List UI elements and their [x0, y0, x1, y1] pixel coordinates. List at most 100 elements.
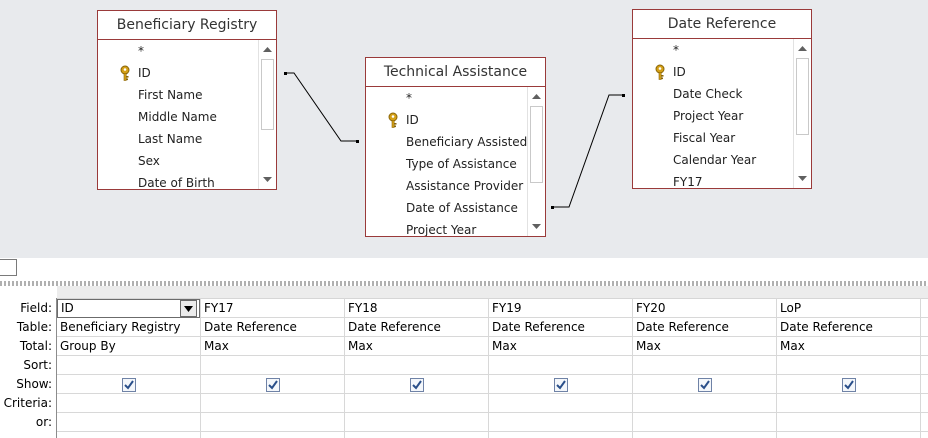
grid-field-cell[interactable]: FY19: [489, 299, 632, 318]
grid-criteria-cell[interactable]: [489, 394, 632, 413]
join-line-assistance-date[interactable]: [552, 94, 625, 208]
table-title[interactable]: Technical Assistance: [366, 58, 545, 87]
show-checkbox[interactable]: [698, 378, 712, 392]
grid-total-cell[interactable]: Max: [201, 337, 344, 356]
field-item[interactable]: Fiscal Year: [633, 127, 794, 149]
grid-total-cell[interactable]: Group By: [57, 337, 200, 356]
show-checkbox[interactable]: [122, 378, 136, 392]
grid-sort-cell[interactable]: [489, 356, 632, 375]
checkbox-checked-icon: [844, 380, 854, 390]
grid-table-cell[interactable]: Date Reference: [345, 318, 488, 337]
show-checkbox[interactable]: [842, 378, 856, 392]
vertical-scrollbar[interactable]: [793, 39, 811, 188]
show-checkbox[interactable]: [410, 378, 424, 392]
field-item[interactable]: Date of Birth: [98, 172, 259, 189]
grid-total-cell[interactable]: Max: [633, 337, 776, 356]
field-item[interactable]: Beneficiary Assisted: [366, 131, 528, 153]
row-label-total: Total:: [19, 339, 52, 353]
field-item[interactable]: Assistance Provider: [366, 175, 528, 197]
grid-sort-cell[interactable]: [633, 356, 776, 375]
field-item[interactable]: Project Year: [633, 105, 794, 127]
field-item[interactable]: Project Year: [366, 219, 528, 236]
field-item[interactable]: Last Name: [98, 128, 259, 150]
field-item[interactable]: ID: [633, 61, 794, 83]
grid-criteria-cell[interactable]: [201, 394, 344, 413]
grid-table-cell[interactable]: Date Reference: [489, 318, 632, 337]
grid-sort-cell[interactable]: [777, 356, 920, 375]
grid-total-cell[interactable]: Max: [489, 337, 632, 356]
scroll-thumb[interactable]: [796, 58, 809, 135]
grid-table-cell[interactable]: Date Reference: [633, 318, 776, 337]
key-icon: [655, 64, 665, 80]
grid-table-cell[interactable]: Date Reference: [201, 318, 344, 337]
table-date-reference[interactable]: Date Reference * ID Date Check Project Y…: [632, 9, 812, 189]
grid-criteria-cell[interactable]: [633, 394, 776, 413]
arrow-down-icon[interactable]: [530, 219, 543, 233]
field-list[interactable]: * ID Beneficiary Assisted Type of Assist…: [366, 87, 528, 236]
field-item[interactable]: *: [633, 39, 794, 61]
show-checkbox[interactable]: [554, 378, 568, 392]
grid-or-cell[interactable]: [777, 413, 920, 432]
grid-or-cell[interactable]: [489, 413, 632, 432]
grid-criteria-cell[interactable]: [345, 394, 488, 413]
table-title[interactable]: Beneficiary Registry: [98, 11, 276, 40]
field-item[interactable]: Sex: [98, 150, 259, 172]
grid-sort-cell[interactable]: [201, 356, 344, 375]
column-selector-band[interactable]: [57, 286, 928, 299]
grid-total-cell[interactable]: Max: [777, 337, 920, 356]
field-item[interactable]: *: [98, 40, 259, 62]
row-label-show: Show:: [16, 377, 52, 391]
field-item[interactable]: *: [366, 87, 528, 109]
field-list[interactable]: * ID First Name Middle Name Last Name Se…: [98, 40, 259, 189]
grid-sort-cell[interactable]: [345, 356, 488, 375]
checkbox-checked-icon: [268, 380, 278, 390]
grid-or-cell[interactable]: [633, 413, 776, 432]
show-checkbox[interactable]: [266, 378, 280, 392]
grid-or-cell[interactable]: [345, 413, 488, 432]
arrow-up-icon[interactable]: [796, 42, 809, 56]
field-item[interactable]: Date of Assistance: [366, 197, 528, 219]
arrow-down-icon[interactable]: [796, 171, 809, 185]
table-technical-assistance[interactable]: Technical Assistance * ID Beneficiary As…: [365, 57, 546, 237]
field-item[interactable]: FY17: [633, 171, 794, 188]
grid-total-cell[interactable]: Max: [345, 337, 488, 356]
table-title[interactable]: Date Reference: [633, 10, 811, 39]
vertical-scrollbar[interactable]: [258, 40, 276, 189]
scroll-thumb[interactable]: [261, 59, 274, 130]
grid-field-cell[interactable]: FY17: [201, 299, 344, 318]
arrow-up-icon[interactable]: [261, 43, 274, 57]
grid-criteria-cell[interactable]: [777, 394, 920, 413]
horizontal-scrollbar-box[interactable]: [0, 259, 17, 276]
grid-or-cell[interactable]: [201, 413, 344, 432]
vertical-scrollbar[interactable]: [527, 87, 545, 236]
field-item[interactable]: Calendar Year: [633, 149, 794, 171]
grid-field-cell[interactable]: LoP: [777, 299, 920, 318]
grid-or-cell[interactable]: [57, 413, 200, 432]
grid-field-cell[interactable]: FY18: [345, 299, 488, 318]
grid-column-line[interactable]: [920, 298, 921, 438]
field-item[interactable]: First Name: [98, 84, 259, 106]
field-item[interactable]: ID: [366, 109, 528, 131]
scroll-thumb[interactable]: [530, 106, 543, 183]
grid-field-cell[interactable]: FY20: [633, 299, 776, 318]
join-line-registry-assistance[interactable]: [286, 72, 359, 142]
grid-table-cell[interactable]: Beneficiary Registry: [57, 318, 200, 337]
field-dropdown-button[interactable]: [180, 300, 197, 317]
field-list[interactable]: * ID Date Check Project Year Fiscal Year…: [633, 39, 794, 188]
field-item[interactable]: Type of Assistance: [366, 153, 528, 175]
arrow-up-icon[interactable]: [530, 90, 543, 104]
field-item[interactable]: Middle Name: [98, 106, 259, 128]
query-design-grid[interactable]: Field: Table: Total: Sort: Show: Criteri…: [0, 286, 928, 438]
field-item[interactable]: ID: [98, 62, 259, 84]
checkbox-checked-icon: [412, 380, 422, 390]
field-item[interactable]: Date Check: [633, 83, 794, 105]
grid-table-cell[interactable]: Date Reference: [777, 318, 920, 337]
grid-sort-cell[interactable]: [57, 356, 200, 375]
chevron-down-icon: [184, 306, 193, 312]
arrow-down-icon[interactable]: [261, 172, 274, 186]
grid-field-cell[interactable]: ID: [57, 299, 200, 318]
table-beneficiary-registry[interactable]: Beneficiary Registry * ID First Name Mid…: [97, 10, 277, 190]
row-label-table: Table:: [16, 320, 52, 334]
grid-criteria-cell[interactable]: [57, 394, 200, 413]
relationships-pane[interactable]: Beneficiary Registry * ID First Name Mid…: [0, 0, 928, 258]
